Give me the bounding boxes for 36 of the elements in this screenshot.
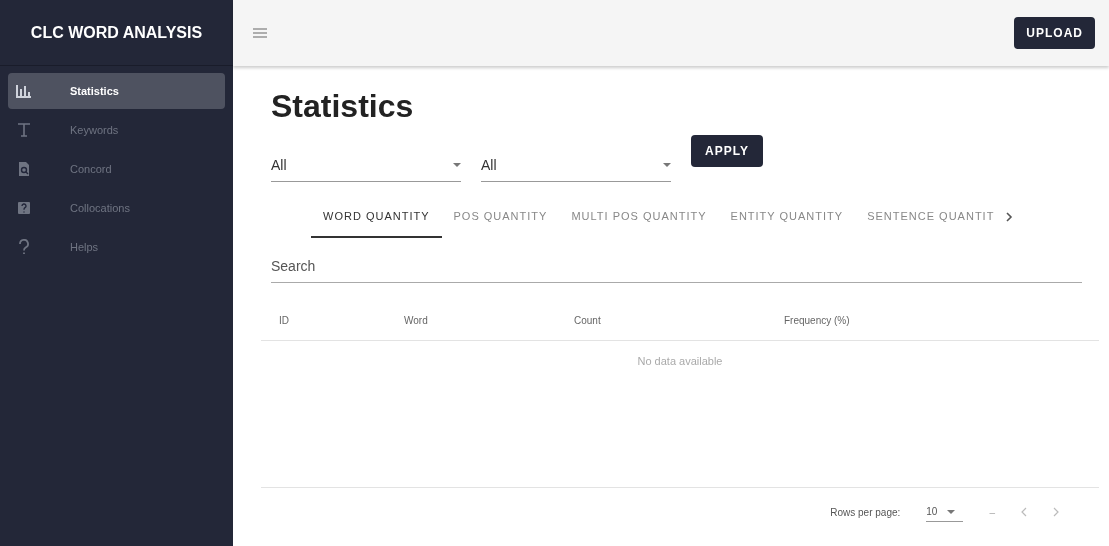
help-icon	[16, 239, 32, 255]
sidebar-item[interactable]: Concord	[8, 151, 225, 187]
sidebar-item[interactable]: Collocations	[8, 190, 225, 226]
bar-chart-icon	[16, 83, 32, 99]
tab[interactable]: MULTI POS QUANTITY	[559, 196, 719, 238]
next-page-icon[interactable]	[1053, 507, 1059, 517]
upload-button[interactable]: UPLOAD	[1014, 17, 1095, 49]
chevron-right-icon[interactable]	[1006, 212, 1014, 222]
dropdown[interactable]: All	[481, 147, 671, 182]
document-search-icon	[16, 161, 32, 177]
caret-icon	[453, 163, 461, 167]
column-header: Word	[404, 315, 429, 326]
tab[interactable]: ENTITY QUANTITY	[718, 196, 856, 238]
rows-per-page-label: Rows per page:	[830, 506, 901, 518]
rows-per-page-dropdown[interactable]: 10	[926, 502, 964, 522]
help-box-icon	[16, 200, 32, 216]
page-range: –	[989, 506, 995, 518]
column-header: ID	[279, 315, 290, 326]
menu-icon[interactable]	[253, 28, 267, 38]
caret-icon	[663, 163, 671, 167]
column-header: Count	[574, 315, 602, 326]
sidebar-item[interactable]: Helps	[8, 229, 225, 265]
tab[interactable]: WORD QUANTITY	[311, 196, 442, 238]
search-field[interactable]: Search	[271, 250, 1082, 283]
previous-page-icon[interactable]	[1021, 507, 1027, 517]
caret-icon	[947, 509, 956, 514]
column-header: Frequency (%)	[784, 315, 851, 326]
tab[interactable]: POS QUANTITY	[441, 196, 560, 238]
empty-message: No data available	[637, 355, 723, 367]
sidebar-item[interactable]: Statistics	[8, 73, 225, 109]
sidebar-item[interactable]: Keywords	[8, 112, 225, 148]
tab[interactable]: SENTENCE QUANTIT	[855, 196, 1007, 238]
apply-button[interactable]: APPLY	[691, 135, 763, 167]
text-icon	[16, 122, 32, 138]
dropdown[interactable]: All	[271, 147, 461, 182]
page-title: Statistics	[271, 88, 415, 125]
